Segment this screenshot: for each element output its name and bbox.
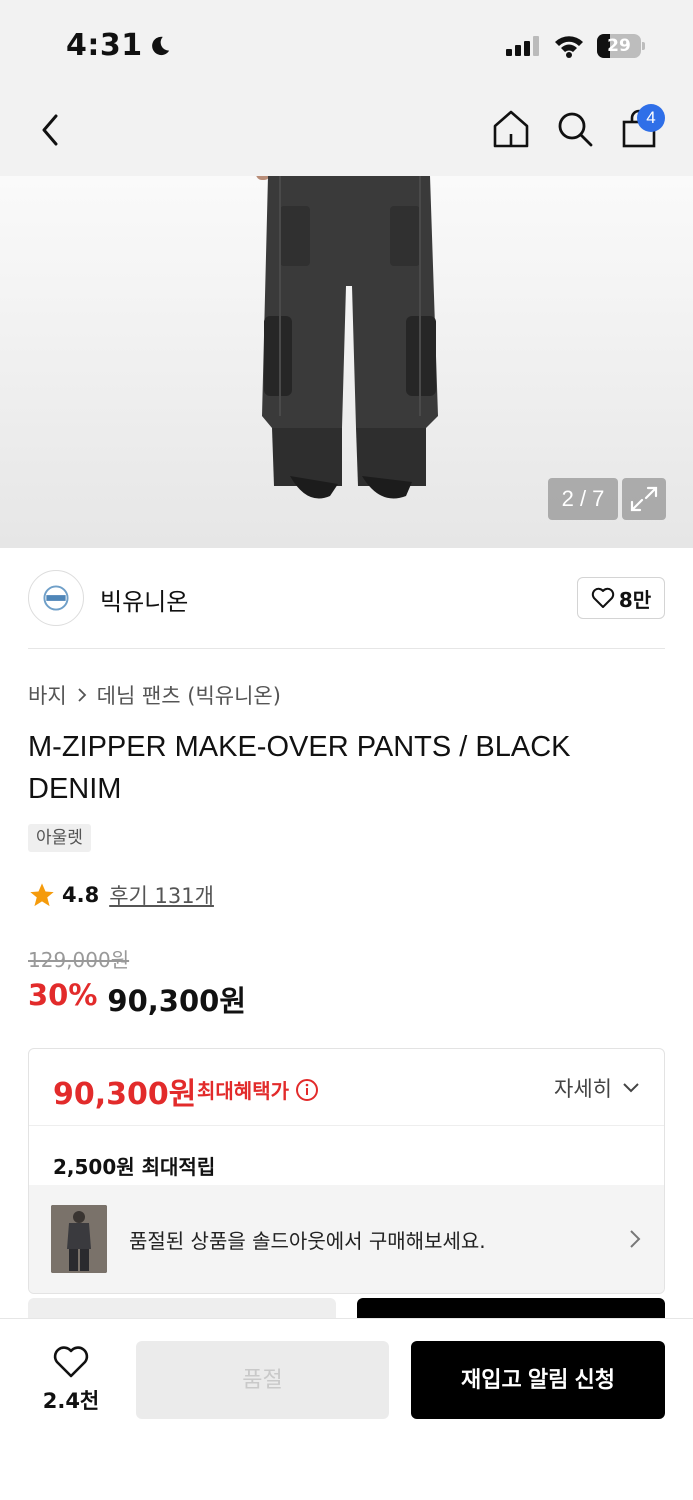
wishlist-count: 2.4천: [42, 1389, 100, 1413]
benefit-box: 90,300원 최대혜택가 자세히 2,500원 최대적립 품절된 상품을 솔드…: [28, 1048, 665, 1294]
soldout-banner-text: 품절된 상품을 솔드아웃에서 구매해보세요.: [129, 1229, 486, 1253]
product-title: M-ZIPPER MAKE-OVER PANTS / BLACK DENIM: [28, 731, 571, 805]
top-nav: [0, 90, 693, 176]
brand-row[interactable]: 빅유니온 8만: [28, 570, 665, 628]
rating-value: 4.8: [62, 883, 100, 907]
original-price: 129,000원: [28, 948, 130, 972]
heart-icon: [53, 1346, 89, 1378]
max-benefit-price: 90,300원: [53, 1077, 197, 1112]
home-icon[interactable]: [490, 108, 532, 150]
battery-indicator: 29: [597, 34, 645, 58]
status-time: 4:31: [66, 28, 171, 63]
chevron-right-icon: [78, 688, 86, 702]
chevron-right-icon: [630, 1230, 641, 1248]
star-icon: [30, 883, 54, 907]
divider: [29, 1125, 664, 1126]
time-text: 4:31: [66, 28, 143, 63]
sale-price: 90,300원: [107, 984, 247, 1018]
brand-logo[interactable]: [28, 570, 84, 626]
wishlist-button[interactable]: 2.4천: [30, 1341, 112, 1421]
divider: [28, 648, 665, 649]
search-icon[interactable]: [554, 108, 596, 150]
max-points: 2,500원 최대적립: [53, 1155, 216, 1179]
price-row: 30% 90,300원: [28, 978, 246, 1020]
back-arrow-icon[interactable]: [32, 110, 68, 150]
bottom-action-bar: 2.4천 품절 재입고 알림 신청: [0, 1318, 693, 1500]
soldout-thumbnail: [51, 1205, 107, 1273]
brand-like-count: 8만: [618, 587, 652, 612]
cellular-signal-icon: [506, 36, 539, 56]
breadcrumb-subcategory[interactable]: 데님 팬츠 (빅유니온): [97, 680, 281, 710]
brand-like-button[interactable]: 8만: [577, 577, 665, 619]
max-benefit-label-text: 최대혜택가: [197, 1079, 289, 1103]
expand-icon[interactable]: [622, 478, 666, 520]
chevron-down-icon: [623, 1083, 639, 1093]
info-icon[interactable]: [295, 1078, 319, 1102]
moon-icon: [151, 36, 169, 55]
rating-row: 4.8 후기 131개: [28, 880, 214, 910]
heart-icon: [591, 587, 615, 608]
brand-name[interactable]: 빅유니온: [100, 582, 188, 617]
benefit-detail-button[interactable]: 자세히: [554, 1073, 640, 1103]
status-bar: 4:31 29: [0, 0, 693, 90]
product-image-carousel[interactable]: 2 / 7: [0, 176, 693, 548]
soldout-banner[interactable]: 품절된 상품을 솔드아웃에서 구매해보세요.: [29, 1185, 664, 1293]
battery-text: 29: [607, 36, 631, 56]
soldout-button[interactable]: 품절: [136, 1341, 389, 1419]
max-benefit-label[interactable]: 최대혜택가: [197, 1075, 319, 1104]
outlet-tag: 아울렛: [28, 824, 91, 852]
restock-alert-button[interactable]: 재입고 알림 신청: [411, 1341, 665, 1419]
cart-count-badge: 4: [637, 104, 665, 132]
product-photo: [256, 176, 438, 499]
discount-rate: 30%: [28, 978, 98, 1012]
image-counter: 2 / 7: [548, 478, 618, 520]
detail-label: 자세히: [554, 1077, 612, 1101]
breadcrumb: 바지 데님 팬츠 (빅유니온): [28, 680, 281, 710]
wifi-icon: [555, 36, 583, 58]
breadcrumb-category[interactable]: 바지: [28, 680, 67, 710]
review-link[interactable]: 후기 131개: [109, 880, 214, 910]
